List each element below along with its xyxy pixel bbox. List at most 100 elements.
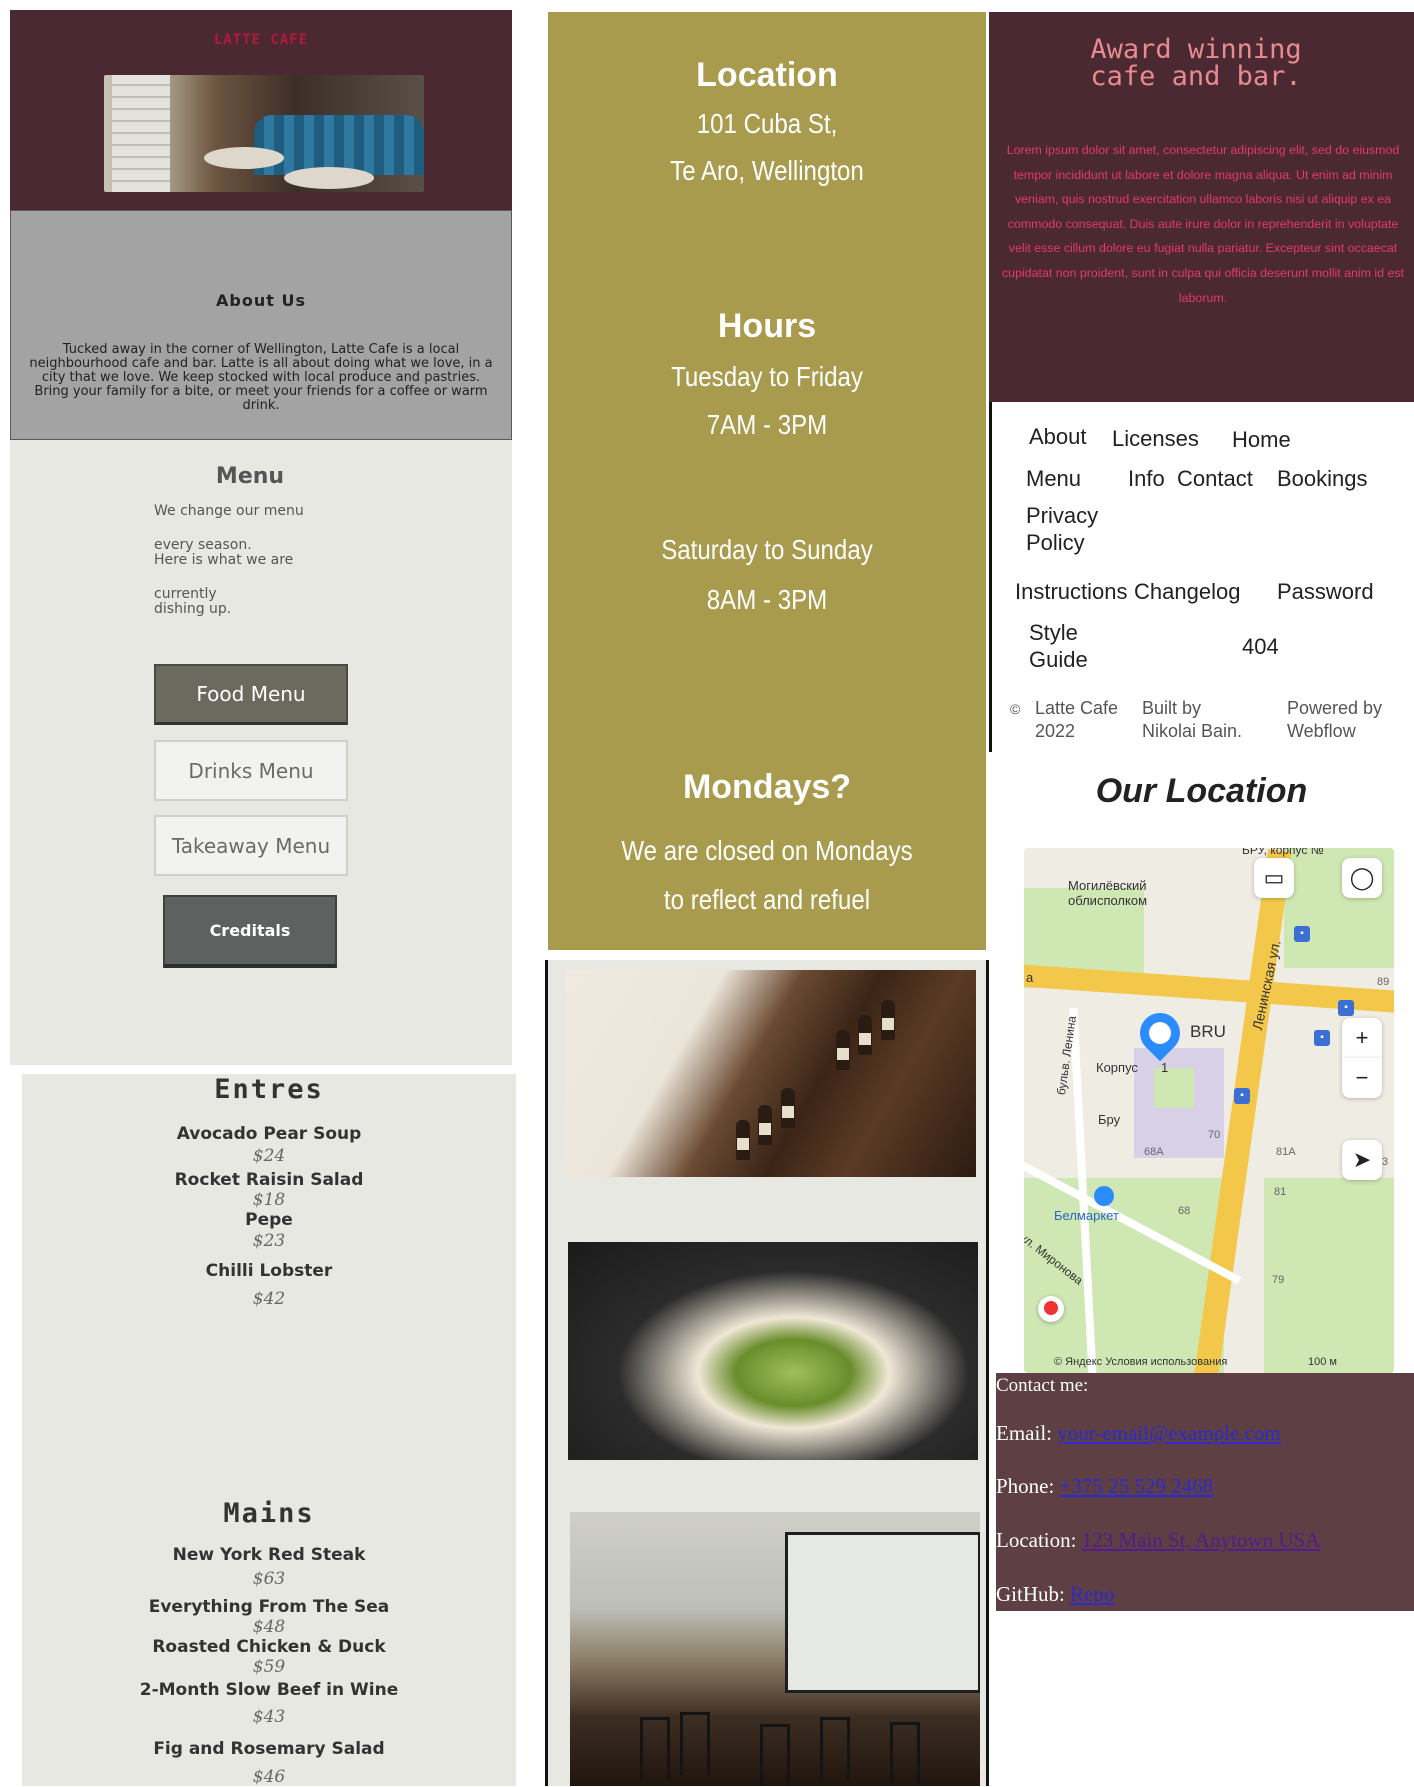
- hours-time: 7AM - 3PM: [706, 409, 828, 440]
- map-attribution[interactable]: © Яндекс Условия использования: [1054, 1356, 1227, 1368]
- hero-banner: LATTE CAFE: [10, 10, 512, 210]
- menu-item-price: $18: [252, 1190, 286, 1210]
- about-title: About Us: [216, 291, 306, 310]
- layers-icon[interactable]: ◯: [1342, 858, 1382, 898]
- map-label-bru-ru: Бру: [1098, 1112, 1121, 1127]
- address-line: Te Aro, Wellington: [670, 155, 864, 186]
- github-link[interactable]: Repo: [1070, 1582, 1114, 1606]
- map-house-number: 70: [1208, 1129, 1221, 1141]
- map-label-mogilev: Могилёвский облисполком: [1068, 878, 1148, 908]
- menu-line: currently: [154, 586, 217, 602]
- map-label-korpus: Корпус: [1096, 1060, 1138, 1075]
- menu-item-price: $24: [252, 1146, 286, 1166]
- link-home[interactable]: Home: [1232, 426, 1291, 453]
- map-edge-label: а: [1026, 970, 1034, 985]
- link-password[interactable]: Password: [1277, 578, 1374, 605]
- bus-stop-icon: ▪: [1294, 926, 1310, 942]
- link-changelog[interactable]: Changelog: [1134, 578, 1240, 605]
- menu-line: We change our menu: [154, 503, 304, 519]
- yandex-logo-icon[interactable]: [1038, 1296, 1064, 1322]
- link-about[interactable]: About: [1029, 423, 1087, 450]
- menu-line: Here is what we are: [154, 552, 294, 568]
- menu-item-name: Chilli Lobster: [205, 1261, 333, 1281]
- about-section: About Us Tucked away in the corner of We…: [10, 210, 512, 440]
- menu-item-price: $42: [252, 1289, 286, 1309]
- map-house-number: 79: [1272, 1274, 1285, 1286]
- link-style-guide[interactable]: Style Guide: [1029, 619, 1088, 673]
- bus-stop-icon: ▪: [1314, 1030, 1330, 1046]
- menu-item-name: New York Red Steak: [172, 1545, 366, 1565]
- map-house-number: 68: [1178, 1205, 1191, 1217]
- drinks-menu-button[interactable]: Drinks Menu: [154, 740, 348, 801]
- award-title: Award winning cafe and bar.: [1090, 34, 1302, 92]
- link-licenses[interactable]: Licenses: [1112, 425, 1199, 452]
- hours-time: 8AM - 3PM: [706, 584, 828, 615]
- menu-item-price: $23: [252, 1231, 286, 1251]
- menu-item-price: $46: [252, 1767, 286, 1787]
- takeaway-menu-button[interactable]: Takeaway Menu: [154, 815, 348, 876]
- mains-heading: Mains: [223, 1498, 315, 1529]
- link-privacy-policy[interactable]: Privacy Policy: [1026, 502, 1098, 556]
- map-house-number: 68А: [1144, 1146, 1164, 1158]
- ruler-icon[interactable]: ▭: [1254, 858, 1294, 898]
- menu-section: Menu We change our menu every season. He…: [10, 440, 512, 1065]
- powered-by-link[interactable]: Powered by Webflow: [1287, 697, 1382, 743]
- contact-heading: Contact me:: [996, 1375, 1089, 1396]
- creditals-button[interactable]: Creditals: [163, 895, 337, 968]
- address-line: 101 Cuba St,: [696, 108, 838, 139]
- bus-stop-icon: ▪: [1338, 1000, 1354, 1016]
- food-menu-list: Entres Avocado Pear Soup $24 Rocket Rais…: [22, 1074, 516, 1787]
- wine-shelf-photo: [566, 970, 976, 1177]
- phone-link[interactable]: +375 25 529 2468: [1060, 1474, 1214, 1498]
- email-link[interactable]: your-email@example.com: [1057, 1421, 1281, 1445]
- locate-me-icon[interactable]: ➤: [1342, 1140, 1382, 1180]
- hours-days: Saturday to Sunday: [661, 534, 873, 565]
- menu-item-price: $59: [252, 1657, 286, 1677]
- zoom-out-button[interactable]: −: [1342, 1058, 1382, 1098]
- built-by-link[interactable]: Built by Nikolai Bain.: [1142, 697, 1242, 743]
- menu-item-name: Avocado Pear Soup: [176, 1124, 362, 1144]
- menu-title: Menu: [215, 464, 285, 489]
- link-instructions[interactable]: Instructions: [1015, 578, 1128, 605]
- menu-item-name: Pepe: [245, 1210, 293, 1230]
- hours-days: Tuesday to Friday: [671, 361, 863, 392]
- link-menu[interactable]: Menu: [1026, 465, 1081, 492]
- menu-item-name: Rocket Raisin Salad: [174, 1170, 364, 1190]
- contact-email: Email: your-email@example.com: [996, 1421, 1281, 1445]
- mondays-text: We are closed on Mondays: [621, 835, 913, 866]
- salad-dish-photo: [568, 1242, 978, 1460]
- menu-item-price: $43: [252, 1707, 286, 1727]
- link-bookings[interactable]: Bookings: [1277, 465, 1368, 492]
- info-panel: Location 101 Cuba St, Te Aro, Wellington…: [548, 12, 986, 950]
- map-scale: 100 м: [1308, 1356, 1337, 1368]
- copyright-icon: ©: [1010, 701, 1021, 717]
- link-contact[interactable]: Contact: [1177, 465, 1253, 492]
- link-404[interactable]: 404: [1242, 633, 1279, 660]
- gallery: [545, 960, 989, 1786]
- bus-stop-icon: ▪: [1234, 1088, 1250, 1104]
- map-house-number: 81А: [1276, 1146, 1296, 1158]
- address-link[interactable]: 123 Main St, Anytown USA: [1082, 1528, 1321, 1552]
- shop-icon: [1094, 1186, 1114, 1206]
- menu-item-name: Roasted Chicken & Duck: [152, 1637, 386, 1657]
- contact-location: Location: 123 Main St, Anytown USA: [996, 1528, 1321, 1552]
- zoom-in-button[interactable]: +: [1342, 1018, 1382, 1058]
- menu-item-name: 2-Month Slow Beef in Wine: [139, 1680, 399, 1700]
- map-label-belmarket: Белмаркет: [1054, 1208, 1119, 1223]
- map-edge-label: 3: [1382, 1156, 1389, 1168]
- menu-item-name: Fig and Rosemary Salad: [153, 1739, 385, 1759]
- entres-heading: Entres: [214, 1074, 324, 1105]
- mondays-text: to reflect and refuel: [663, 884, 871, 915]
- brand-logo[interactable]: LATTE CAFE: [10, 32, 512, 48]
- food-menu-button[interactable]: Food Menu: [154, 664, 348, 725]
- map-label-korpus-num: 1: [1161, 1060, 1169, 1075]
- location-heading: Location: [696, 56, 838, 94]
- location-map[interactable]: БРУ, корпус № Могилёвский облисполком а …: [1024, 848, 1394, 1373]
- award-text: Lorem ipsum dolor sit amet, consectetur …: [1001, 143, 1405, 305]
- our-location-heading: Our Location: [1095, 772, 1308, 810]
- link-info[interactable]: Info: [1128, 465, 1165, 492]
- menu-item-price: $48: [252, 1617, 286, 1637]
- award-section: Award winning cafe and bar. Lorem ipsum …: [989, 12, 1414, 402]
- map-top-label: БРУ, корпус №: [1242, 848, 1324, 857]
- map-house-number: 81: [1274, 1186, 1287, 1198]
